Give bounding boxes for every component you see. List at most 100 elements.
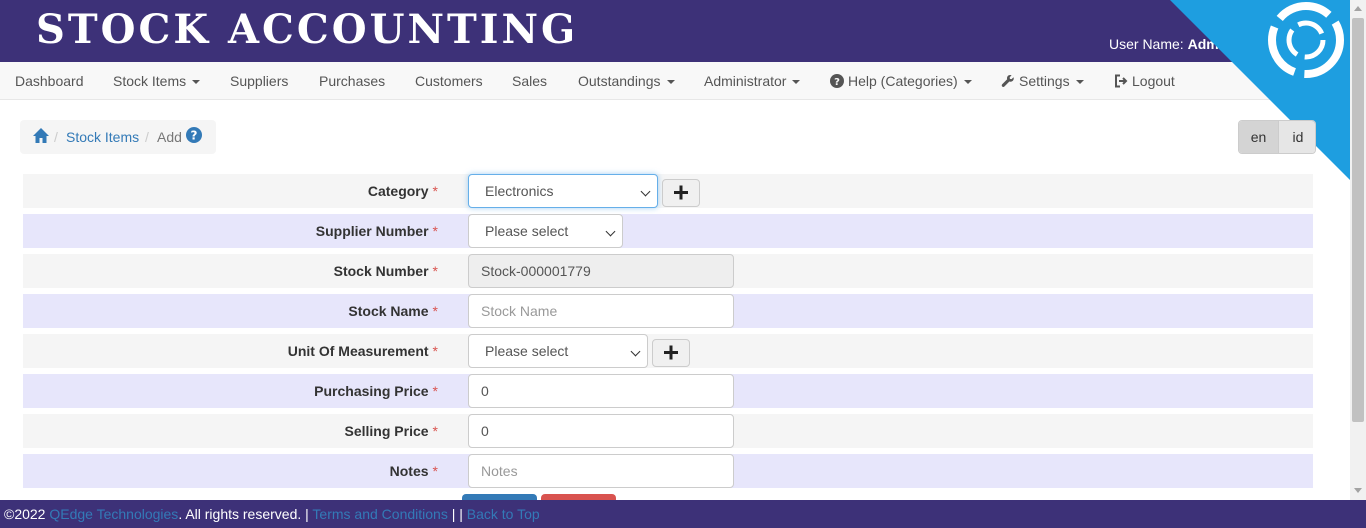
- label-text: Category: [367, 183, 429, 199]
- required-mark: *: [432, 383, 438, 399]
- label-text: Purchasing Price: [314, 383, 429, 399]
- footer-rights: . All rights reserved. |: [178, 506, 309, 522]
- field-label: Purchasing Price *: [314, 374, 438, 408]
- form-row-selling-price: Selling Price * 0: [23, 414, 1313, 448]
- question-circle-icon[interactable]: ?: [186, 127, 202, 143]
- svg-text:?: ?: [191, 129, 198, 143]
- select-value: Please select: [485, 343, 569, 359]
- breadcrumb-separator: /: [145, 129, 149, 145]
- nav-logout[interactable]: Logout: [1114, 62, 1175, 100]
- field-label: Stock Name *: [348, 294, 438, 328]
- plus-icon: [664, 345, 678, 360]
- form-row-stock-name: Stock Name * Stock Name: [23, 294, 1313, 328]
- add-unit-button[interactable]: [652, 339, 690, 367]
- lang-en-button[interactable]: en: [1239, 121, 1279, 153]
- required-mark: *: [432, 303, 438, 319]
- stock-number-field: Stock-000001779: [468, 254, 734, 288]
- stock-name-input[interactable]: Stock Name: [468, 294, 734, 328]
- nav-label: Logout: [1132, 73, 1175, 89]
- footer-terms-link[interactable]: Terms and Conditions: [312, 506, 447, 522]
- form-row-supplier-number: Supplier Number * Please select: [23, 214, 1313, 248]
- nav-sales[interactable]: Sales: [512, 62, 547, 100]
- required-mark: *: [432, 463, 438, 479]
- supplier-number-select[interactable]: Please select: [468, 214, 623, 248]
- label-text: Stock Number: [333, 263, 429, 279]
- caret-down-icon: [192, 80, 201, 85]
- nav-label: Purchases: [319, 73, 386, 89]
- form-row-notes: Notes * Notes: [23, 454, 1313, 488]
- nav-customers[interactable]: Customers: [415, 62, 483, 100]
- field-label: Notes *: [390, 454, 438, 488]
- form-row-unit-of-measurement: Unit Of Measurement * Please select: [23, 334, 1313, 368]
- unit-of-measurement-select[interactable]: Please select: [468, 334, 648, 368]
- nav-purchases[interactable]: Purchases: [319, 62, 385, 100]
- chevron-down-icon: [640, 186, 651, 197]
- language-toggle: en id: [1238, 120, 1316, 154]
- footer-back-to-top-link[interactable]: Back to Top: [467, 506, 540, 522]
- scroll-down-icon[interactable]: [1354, 488, 1362, 493]
- caret-down-icon: [963, 80, 972, 85]
- label-text: Selling Price: [344, 423, 429, 439]
- label-text: Unit Of Measurement: [287, 343, 429, 359]
- form-row-stock-number: Stock Number * Stock-000001779: [23, 254, 1313, 288]
- notes-input[interactable]: Notes: [468, 454, 734, 488]
- caret-down-icon: [1075, 80, 1084, 85]
- select-value: Please select: [485, 223, 569, 239]
- nav-stock-items[interactable]: Stock Items: [113, 62, 201, 100]
- caret-down-icon: [666, 80, 675, 85]
- breadcrumb: / Stock Items / Add ?: [20, 120, 216, 154]
- label-text: Supplier Number: [315, 223, 429, 239]
- nav-settings[interactable]: Settings: [1001, 62, 1084, 100]
- required-mark: *: [432, 183, 438, 199]
- wrench-icon: [1001, 74, 1014, 87]
- footer-company-link[interactable]: QEdge Technologies: [49, 506, 178, 522]
- breadcrumb-stock-items[interactable]: Stock Items: [66, 120, 139, 154]
- main-navbar: Dashboard Stock Items Suppliers Purchase…: [0, 62, 1350, 100]
- label-text: Stock Name: [348, 303, 429, 319]
- label-text: Notes: [389, 463, 429, 479]
- nav-label: Help (Categories): [848, 73, 958, 89]
- field-label: Category *: [368, 174, 438, 208]
- home-icon[interactable]: [32, 127, 50, 144]
- field-label: Unit Of Measurement *: [288, 334, 438, 368]
- category-select[interactable]: Electronics: [468, 174, 658, 208]
- required-mark: *: [432, 423, 438, 439]
- purchasing-price-input[interactable]: 0: [468, 374, 734, 408]
- selling-price-input[interactable]: 0: [468, 414, 734, 448]
- plus-icon: [674, 185, 688, 200]
- nav-label: Settings: [1019, 73, 1070, 89]
- required-mark: *: [432, 263, 438, 279]
- required-mark: *: [432, 343, 438, 359]
- nav-administrator[interactable]: Administrator: [704, 62, 801, 100]
- scroll-up-icon[interactable]: [1354, 6, 1362, 11]
- svg-text:?: ?: [834, 77, 840, 88]
- page-scrollbar[interactable]: [1350, 0, 1366, 500]
- nav-suppliers[interactable]: Suppliers: [230, 62, 288, 100]
- add-category-button[interactable]: [662, 179, 700, 207]
- chevron-down-icon: [605, 226, 616, 237]
- footer-separator: | |: [451, 506, 463, 522]
- form-row-purchasing-price: Purchasing Price * 0: [23, 374, 1313, 408]
- nav-help-categories[interactable]: ? Help (Categories): [830, 62, 972, 100]
- lang-id-button[interactable]: id: [1279, 121, 1315, 153]
- app-header: STOCK ACCOUNTING User Name: Adm: [0, 0, 1366, 62]
- app-title: STOCK ACCOUNTING: [36, 6, 579, 53]
- field-label: Stock Number *: [334, 254, 438, 288]
- field-label: Supplier Number *: [316, 214, 438, 248]
- nav-label: Customers: [415, 73, 483, 89]
- form-row-category: Category * Electronics: [23, 174, 1313, 208]
- nav-label: Stock Items: [113, 73, 187, 89]
- breadcrumb-add: Add: [157, 129, 182, 145]
- scrollbar-thumb[interactable]: [1352, 18, 1364, 422]
- select-value: Electronics: [485, 183, 554, 199]
- nav-label: Outstandings: [578, 73, 661, 89]
- nav-dashboard[interactable]: Dashboard: [15, 62, 84, 100]
- logout-icon: [1115, 74, 1128, 88]
- nav-outstandings[interactable]: Outstandings: [578, 62, 675, 100]
- field-label: Selling Price *: [345, 414, 439, 448]
- caret-down-icon: [792, 80, 801, 85]
- footer: ©2022 QEdge Technologies. All rights res…: [0, 500, 1366, 528]
- nav-label: Administrator: [704, 73, 787, 89]
- required-mark: *: [432, 223, 438, 239]
- question-circle-icon: ?: [830, 74, 844, 88]
